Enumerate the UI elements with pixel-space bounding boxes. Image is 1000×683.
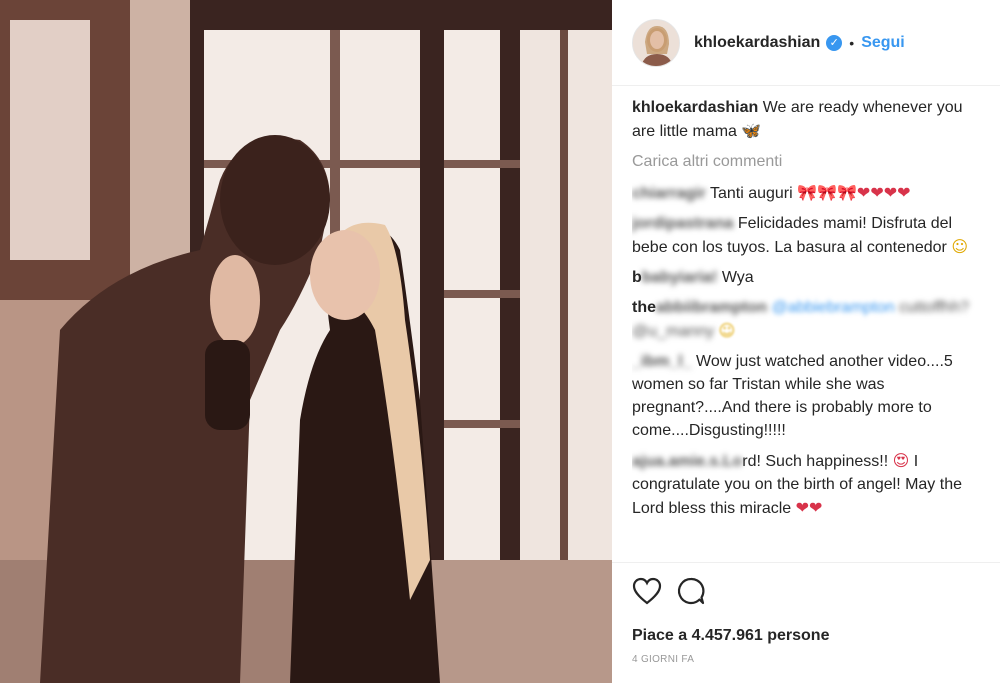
comment-username[interactable]: jordipastrana	[632, 215, 733, 232]
smile-emoji-icon: ☺	[718, 321, 736, 340]
ribbon-heart-emoji-icon: 🎀🎀🎀❤❤❤❤	[797, 183, 911, 202]
heart-icon[interactable]	[632, 577, 662, 610]
comment-username[interactable]: bbabyiaria!	[632, 269, 717, 286]
caption: khloekardashian We are ready whenever yo…	[632, 96, 984, 143]
post-image	[0, 0, 612, 683]
header-username[interactable]: khloekardashian	[694, 34, 820, 52]
comment-username[interactable]: chiarragir	[632, 185, 706, 202]
wink-emoji-icon: ☺	[951, 237, 969, 256]
hearts-emoji-icon: ❤❤	[795, 498, 823, 517]
comment-item: jordipastrana Felicidades mami! Disfruta…	[632, 212, 984, 259]
comment-username-blurred: abbiibrampton	[656, 299, 768, 316]
comment-username-visible: the	[632, 299, 656, 316]
avatar[interactable]	[632, 18, 680, 67]
comment-item: theabbiibrampton @abbiebrampton cuttoffh…	[632, 296, 984, 343]
comment-text: Tanti auguri	[709, 185, 793, 202]
follow-button[interactable]: Segui	[861, 34, 905, 52]
comment-item: chiarragir Tanti auguri 🎀🎀🎀❤❤❤❤	[632, 181, 984, 205]
comment-username[interactable]: _ibm_l_	[632, 353, 692, 370]
comment-username-blurred: babyiaria!	[641, 269, 718, 286]
comment-text: Wya	[721, 269, 754, 286]
comment-item: ajua.amie.s.Lord! Such happiness!! 😍 I c…	[632, 449, 984, 520]
load-more-comments-link[interactable]: Carica altri commenti	[632, 150, 984, 173]
likes-count[interactable]: Piace a 4.457.961 persone	[632, 627, 1000, 645]
post-timestamp[interactable]: 4 GIORNI FA	[632, 654, 1000, 665]
butterfly-emoji-icon: 🦋	[741, 121, 762, 140]
heart-eyes-emoji-icon: 😍	[892, 451, 910, 470]
comment-mention-link[interactable]: @abbiebrampton	[772, 299, 895, 316]
comment-username-visible: b	[632, 269, 642, 286]
separator-dot: •	[849, 34, 855, 51]
comment-username[interactable]: ajua.amie.s.Lo	[632, 453, 742, 470]
post-photo[interactable]	[0, 0, 612, 683]
comments-list[interactable]: khloekardashian We are ready whenever yo…	[632, 96, 984, 562]
post-header: khloekardashian ✓ • Segui	[612, 0, 1000, 86]
caption-username[interactable]: khloekardashian	[632, 99, 758, 116]
verified-badge-icon: ✓	[826, 34, 843, 51]
action-icons-row	[632, 577, 1000, 609]
comment-text: rd! Such happiness!!	[742, 453, 889, 470]
comment-item: _ibm_l_ Wow just watched another video..…	[632, 350, 984, 442]
comment-icon[interactable]	[676, 576, 706, 611]
comment-username[interactable]: theabbiibrampton	[632, 299, 767, 316]
post-side-panel: khloekardashian ✓ • Segui khloekardashia…	[612, 0, 1000, 683]
post-actions: Piace a 4.457.961 persone 4 GIORNI FA	[612, 562, 1000, 683]
comment-item: bbabyiaria! Wya	[632, 266, 984, 289]
